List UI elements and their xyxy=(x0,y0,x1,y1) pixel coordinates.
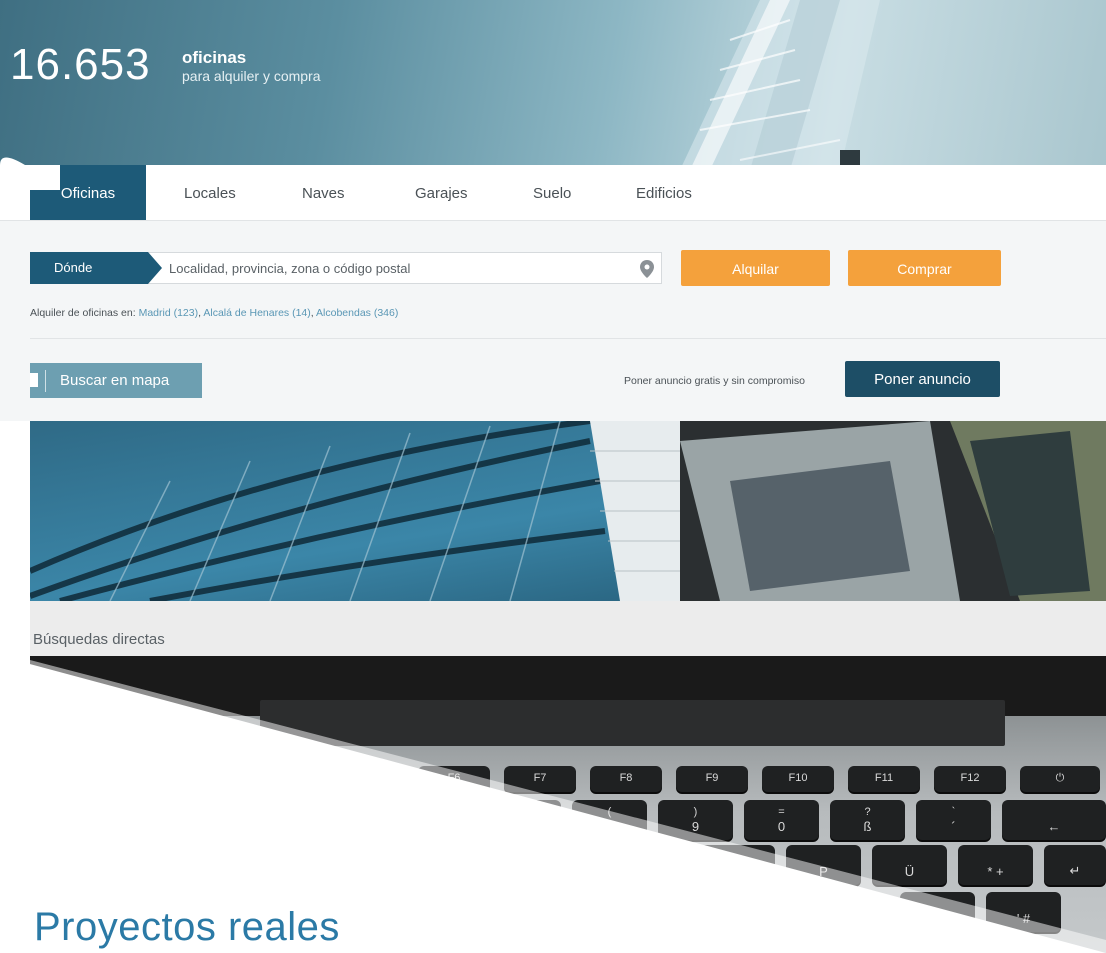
panel-corner xyxy=(0,157,60,190)
hero-banner: 16.653 oficinas para alquiler y compra xyxy=(0,0,1106,170)
key-8: (8 xyxy=(572,800,647,840)
key-eszett-top: ? xyxy=(864,806,871,818)
key-accent-top: ` xyxy=(951,806,956,818)
key-9-top: ) xyxy=(693,806,698,818)
key-f8: F8 xyxy=(590,766,662,792)
key-f12-label: F12 xyxy=(960,772,980,784)
projects-heading: Proyectos reales xyxy=(34,905,340,949)
key-u-umlaut-label: Ü xyxy=(904,864,915,879)
key-7: /7 xyxy=(486,800,561,840)
key-u-umlaut: Ü xyxy=(872,845,947,885)
post-ad-button[interactable]: Poner anuncio xyxy=(845,361,1000,397)
key-hash: ' # xyxy=(986,892,1061,932)
key-7-top: / xyxy=(521,806,526,818)
key-enter: ↵ xyxy=(1044,845,1106,885)
key-8-top: ( xyxy=(607,806,612,818)
key-plus: * + xyxy=(958,845,1033,885)
key-f11: F11 xyxy=(848,766,920,792)
location-pin-icon[interactable] xyxy=(640,260,654,278)
key-eszett-bottom: ß xyxy=(863,819,872,834)
key-6-top: & xyxy=(433,806,442,818)
map-button-separator xyxy=(45,370,46,392)
office-count: 16.653 xyxy=(10,40,151,89)
key-accent: ` ´ xyxy=(916,800,991,840)
key-0-bottom: 0 xyxy=(777,819,786,834)
key-f7: F7 xyxy=(504,766,576,792)
key-f6: F6 xyxy=(418,766,490,792)
key-f8-label: F8 xyxy=(619,772,633,784)
key-f6-label: F6 xyxy=(447,772,461,784)
link-madrid[interactable]: Madrid (123) xyxy=(139,307,199,319)
tab-suelo[interactable]: Suelo xyxy=(533,165,571,220)
office-count-label: oficinas xyxy=(182,48,247,67)
key-6-bottom: 6 xyxy=(433,819,442,834)
key-f5: F5 xyxy=(332,766,404,792)
key-eszett: ? ß xyxy=(830,800,905,840)
key-a-umlaut: Ä xyxy=(900,892,975,932)
key-f5-label: F5 xyxy=(361,772,375,784)
key-9-bottom: 9 xyxy=(691,819,700,834)
key-f4: F4 xyxy=(245,766,317,792)
buy-button[interactable]: Comprar xyxy=(848,250,1001,286)
location-search-box xyxy=(148,252,662,284)
rent-button[interactable]: Alquilar xyxy=(681,250,830,286)
link-alcala[interactable]: Alcalá de Henares (14) xyxy=(203,307,310,319)
backspace-icon: ← xyxy=(1047,819,1061,834)
map-search-button[interactable]: Buscar en mapa xyxy=(30,363,202,398)
flyer-page: 16.653 oficinas para alquiler y compra O… xyxy=(0,0,1106,953)
key-backspace: ← xyxy=(1002,800,1106,840)
link-alcobendas[interactable]: Alcobendas (346) xyxy=(316,307,398,319)
building-photo xyxy=(30,421,1106,601)
tab-locales[interactable]: Locales xyxy=(184,165,236,220)
key-7-bottom: 7 xyxy=(519,819,528,834)
key-6: & 6 xyxy=(400,800,475,840)
location-search-input[interactable] xyxy=(169,253,629,283)
key-a-umlaut-label: Ä xyxy=(933,911,942,926)
key-0: = 0 xyxy=(744,800,819,840)
key-f12: F12 xyxy=(934,766,1006,792)
key-o: O xyxy=(700,845,775,885)
map-search-label: Buscar en mapa xyxy=(60,372,170,389)
key-9: ) 9 xyxy=(658,800,733,840)
quick-links-prefix: Alquiler de oficinas en: xyxy=(30,307,136,319)
laptop-hinge xyxy=(260,700,1005,746)
where-label: Dónde xyxy=(30,252,148,284)
key-0-top: = xyxy=(778,806,785,818)
key-p-label: P xyxy=(819,864,828,879)
direct-searches-bar xyxy=(30,601,1106,656)
tab-edificios[interactable]: Edificios xyxy=(636,165,692,220)
key-f7-label: F7 xyxy=(533,772,547,784)
key-accent-bottom: ´ xyxy=(951,819,956,834)
key-o-label: O xyxy=(732,864,743,879)
tab-naves[interactable]: Naves xyxy=(302,165,345,220)
key-f9: F9 xyxy=(676,766,748,792)
key-f10-label: F10 xyxy=(788,772,808,784)
office-count-subtitle: para alquiler y compra xyxy=(182,68,321,84)
key-f4-label: F4 xyxy=(274,772,288,784)
panel-divider xyxy=(30,338,1106,339)
key-f9-label: F9 xyxy=(705,772,719,784)
post-ad-description: Poner anuncio gratis y sin compromiso xyxy=(624,375,805,387)
enter-icon: ↵ xyxy=(1069,863,1081,878)
key-plus-label: * + xyxy=(987,864,1004,879)
key-f11-label: F11 xyxy=(874,772,894,784)
hero-building-image xyxy=(680,0,880,170)
key-hash-label: ' # xyxy=(1016,911,1031,926)
where-label-text: Dónde xyxy=(54,260,93,275)
map-icon xyxy=(30,373,38,387)
tab-garajes[interactable]: Garajes xyxy=(415,165,468,220)
quick-location-links: Alquiler de oficinas en: Madrid (123), A… xyxy=(30,307,399,319)
key-p: P xyxy=(786,845,861,885)
direct-searches-heading: Búsquedas directas xyxy=(33,631,165,648)
category-tabs: Oficinas Locales Naves Garajes Suelo Edi… xyxy=(0,165,1106,221)
where-label-arrow xyxy=(148,252,162,284)
key-power: ⏻ xyxy=(1020,766,1100,792)
power-icon: ⏻ xyxy=(1055,772,1065,784)
key-8-bottom: 8 xyxy=(605,819,614,834)
key-f10: F10 xyxy=(762,766,834,792)
